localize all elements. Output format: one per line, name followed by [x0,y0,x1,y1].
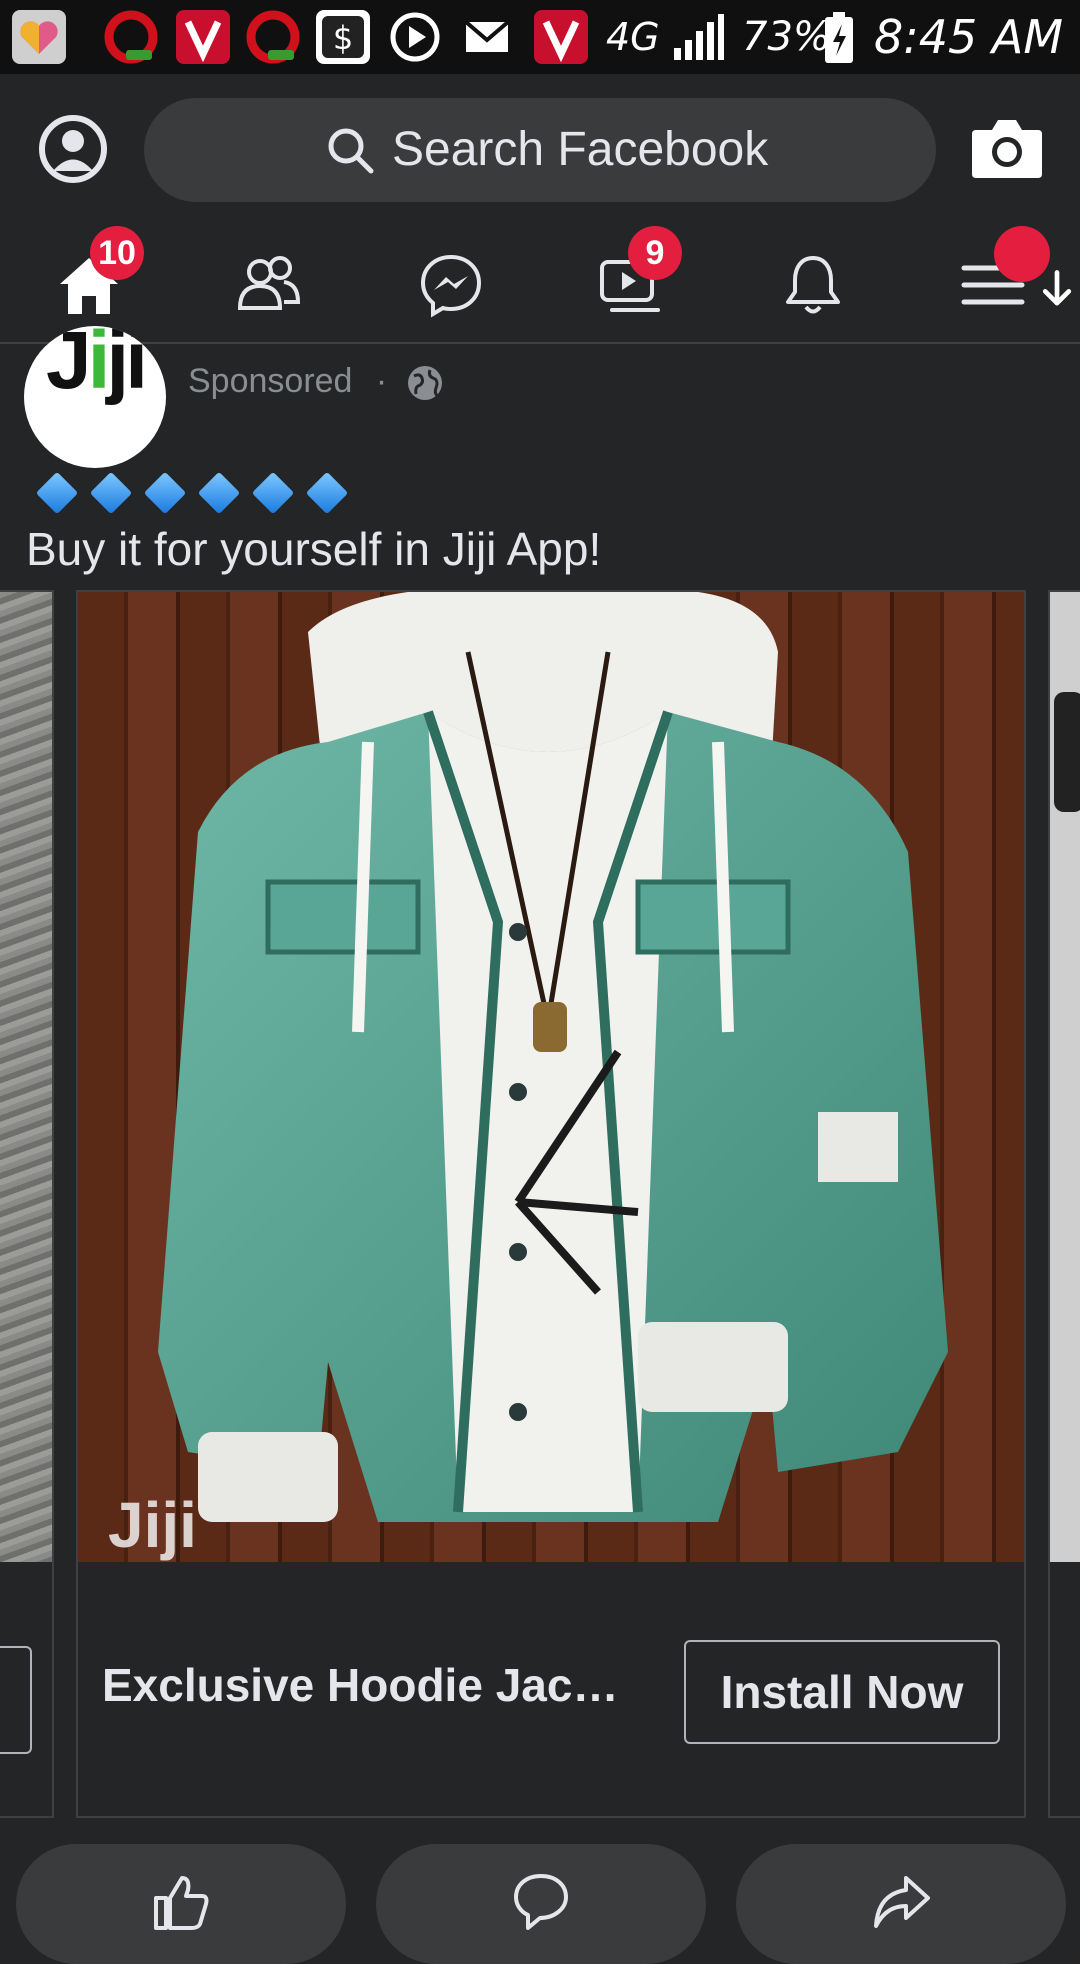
top-header: Search Facebook 10 9 [0,74,1080,344]
status-bar: $ 4G 73% 8:45 AM [0,0,1080,74]
tab-home[interactable]: 10 [26,222,146,342]
search-bar[interactable]: Search Facebook [144,98,936,202]
post-caption: Buy it for yourself in Jiji App! [26,523,602,575]
product-title: Exclusive Hoodie Jack... [102,1659,622,1711]
hoodie-jacket-illustration: Jiji [108,592,948,1561]
home-notification-badge: 10 [90,226,144,280]
previous-card-button [0,1646,32,1754]
next-card-device [1054,692,1080,812]
carousel-card[interactable]: Jiji Exclusive Hoodie Jack... Install No… [76,590,1026,1818]
update-download-badge [994,226,1072,306]
tab-notifications[interactable] [750,222,870,342]
blue-diamond-icon [251,471,295,515]
blue-diamond-icon [35,471,79,515]
mail-icon [460,10,514,64]
next-card-image [1050,592,1080,1562]
comment-button[interactable] [376,1844,706,1964]
tab-watch[interactable]: 9 [568,222,688,342]
blue-diamond-icon [305,471,349,515]
friends-icon [237,256,301,310]
nav-tabs: 10 9 [0,222,1080,342]
tab-messenger[interactable] [388,222,508,342]
meta-separator: · [375,362,388,400]
signal-icon [672,12,726,67]
dollar-app-icon: $ [316,10,370,64]
product-image: Jiji [78,592,1024,1562]
opera-mini-icon [104,10,158,64]
card-footer: Exclusive Hoodie Jack... Install Now [78,1562,1024,1816]
sponsored-label: Sponsored · [188,362,387,401]
camera-icon[interactable] [970,114,1044,180]
search-icon [324,124,376,176]
sponsored-post: Jiji Sponsored · Buy it for yourself in … [0,326,1080,1964]
sponsored-text: Sponsored [188,362,353,400]
messenger-icon [420,254,482,318]
install-now-button[interactable]: Install Now [684,1640,1000,1744]
blue-diamond-icon [89,471,133,515]
network-type: 4G [606,15,660,59]
battery-icon [824,12,854,69]
previous-card-image [0,592,52,1562]
blue-diamond-icon [197,471,241,515]
jiji-watermark: Jiji [108,1489,197,1561]
advertiser-avatar[interactable]: Jiji [24,326,166,468]
tab-friends[interactable] [206,222,326,342]
battery-percent: 73% [742,14,831,60]
profile-icon[interactable] [38,114,108,184]
thumbs-up-icon [154,1876,209,1930]
play-icon [388,10,442,64]
bell-icon [786,256,840,314]
arrow-down-icon [1042,270,1072,306]
photos-icon [12,10,66,64]
watch-notification-badge: 9 [628,226,682,280]
carousel-card-previous[interactable] [0,590,54,1818]
jiji-logo: Jiji [46,326,148,406]
clock: 8:45 AM [874,10,1064,64]
tab-menu[interactable] [930,222,1072,342]
diamond-emoji-row [34,468,358,518]
v-app-icon [534,10,588,64]
carousel-card-next[interactable] [1048,590,1080,1818]
opera-mini-icon [246,10,300,64]
blue-diamond-icon [143,471,187,515]
search-placeholder: Search Facebook [392,123,769,176]
share-icon [874,1876,930,1928]
svg-text:$: $ [333,19,353,57]
like-button[interactable] [16,1844,346,1964]
comment-icon [514,1874,568,1930]
globe-icon [406,364,444,402]
share-button[interactable] [736,1844,1066,1964]
v-app-icon [176,10,230,64]
